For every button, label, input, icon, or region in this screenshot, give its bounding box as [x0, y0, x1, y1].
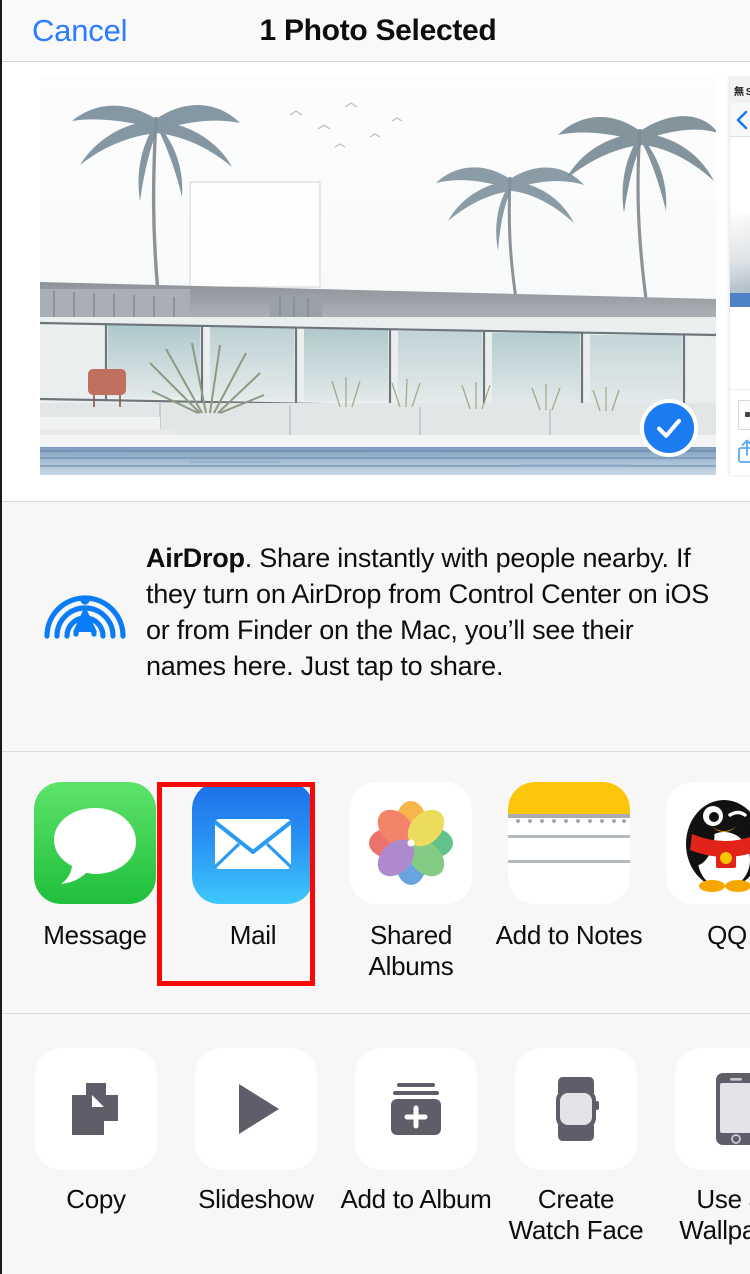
iphone-icon-wrap: [675, 1048, 750, 1170]
app-label: Message: [43, 920, 147, 950]
notes-app-icon-wrap: [508, 782, 630, 904]
airdrop-title: AirDrop: [146, 543, 245, 573]
app-label: Add to Notes: [495, 920, 643, 950]
action-item-slideshow[interactable]: Slideshow: [176, 1048, 336, 1246]
next-photo-card-partial[interactable]: 無 S: [730, 77, 750, 475]
peek-photo-body: [730, 137, 750, 387]
peek-share-button[interactable]: [736, 438, 750, 467]
notes-app-icon: [508, 782, 630, 904]
action-label: Copy: [66, 1184, 126, 1214]
app-item-mail[interactable]: Mail: [174, 782, 332, 982]
app-label: Mail: [229, 920, 277, 950]
checkmark-icon: [657, 418, 681, 438]
add-to-album-icon: [391, 1083, 441, 1135]
photos-app-icon-wrap: [350, 782, 472, 904]
action-strip[interactable]: Copy Slideshow Add to Album Create Watch…: [2, 1014, 750, 1246]
photo-selected-badge[interactable]: [640, 399, 698, 457]
cancel-button[interactable]: Cancel: [32, 13, 127, 49]
sheet-header: Cancel 1 Photo Selected: [2, 0, 750, 62]
app-item-shared-albums[interactable]: Shared Albums: [332, 782, 490, 982]
airdrop-icon: [44, 595, 126, 639]
messages-app-icon-wrap: [34, 782, 156, 904]
app-strip[interactable]: Message Mail Shared Albums Add to Notes …: [2, 752, 750, 982]
app-item-message[interactable]: Message: [16, 782, 174, 982]
add-to-album-icon-wrap: [355, 1048, 477, 1170]
photo-image: [40, 77, 716, 475]
play-icon: [239, 1084, 279, 1134]
photos-app-icon: [350, 782, 472, 904]
apple-watch-icon-wrap: [515, 1048, 637, 1170]
mail-app-icon: [192, 782, 314, 904]
share-icon: [738, 439, 750, 463]
app-item-add-to-notes[interactable]: Add to Notes: [490, 782, 648, 982]
action-item-use-as-wallpaper[interactable]: Use as Wallpaper: [656, 1048, 750, 1246]
iphone-icon: [716, 1073, 750, 1145]
chevron-left-icon[interactable]: [734, 109, 750, 131]
selected-photo-card[interactable]: [40, 77, 716, 475]
messages-app-icon: [34, 782, 156, 904]
copy-icon: [72, 1083, 118, 1135]
peek-photo-thumb: [730, 215, 750, 307]
peek-nav-bar: [730, 103, 750, 137]
airdrop-icon-wrap: [24, 540, 146, 751]
action-label: Create Watch Face: [508, 1184, 644, 1245]
mail-app-icon-wrap: [192, 782, 314, 904]
app-label: QQ: [707, 920, 747, 950]
airdrop-section[interactable]: AirDrop. Share instantly with people nea…: [2, 502, 750, 752]
qq-app-icon-wrap: [666, 782, 750, 904]
action-item-create-watch-face[interactable]: Create Watch Face: [496, 1048, 656, 1246]
share-sheet: Cancel 1 Photo Selected 無 AirDrop. Share…: [0, 0, 750, 1274]
apple-watch-icon: [556, 1077, 599, 1141]
app-share-row: Message Mail Shared Albums Add to Notes …: [2, 752, 750, 1014]
action-item-add-to-album[interactable]: Add to Album: [336, 1048, 496, 1246]
photo-preview-section: 無 S: [2, 62, 750, 502]
peek-thumbnail-strip: [738, 400, 750, 430]
action-row: Copy Slideshow Add to Album Create Watch…: [2, 1014, 750, 1274]
copy-icon-wrap: [35, 1048, 157, 1170]
peek-toolbar: [730, 389, 750, 475]
airdrop-description: AirDrop. Share instantly with people nea…: [146, 540, 730, 751]
action-item-copy[interactable]: Copy: [16, 1048, 176, 1246]
action-label: Use as Wallpaper: [679, 1184, 750, 1245]
app-item-qq[interactable]: QQ: [648, 782, 750, 982]
play-icon-wrap: [195, 1048, 317, 1170]
peek-status-bar: 無 S: [730, 77, 750, 103]
action-label: Slideshow: [198, 1184, 314, 1214]
qq-app-icon: [666, 782, 750, 904]
action-label: Add to Album: [340, 1184, 492, 1214]
app-label: Shared Albums: [368, 920, 454, 981]
